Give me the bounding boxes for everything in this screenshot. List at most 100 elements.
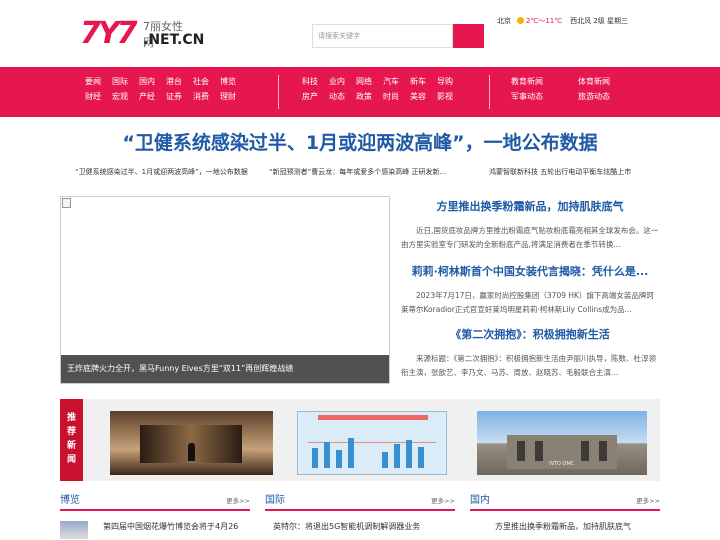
more-link[interactable]: 更多>>	[226, 495, 250, 505]
nav-item[interactable]: 导购	[437, 77, 453, 87]
nav-item[interactable]: 教育新闻	[511, 77, 543, 87]
nav-group-more: 教育新闻 体育新闻军事动态 旅游动态	[511, 77, 610, 102]
more-link[interactable]: 更多>>	[636, 495, 660, 505]
nav-item[interactable]: 理财	[220, 92, 236, 102]
recommend-image-infographic[interactable]	[297, 411, 447, 475]
section-item[interactable]: 第四届中国烟花爆竹博览会将于4月26	[60, 521, 250, 532]
nav-item[interactable]: 体育新闻	[578, 77, 610, 87]
image-slider[interactable]: 王炸底牌火力全开，黑马Funny Elves方里“双11”再创辉煌战绩	[60, 196, 390, 384]
nav-item[interactable]: 动态	[329, 92, 345, 102]
article-3: 《第二次拥抱》：积极拥抱新生活 来源标题：《第二次拥抱》：积极拥抱新生活由尹丽川…	[401, 326, 659, 380]
recommend-label-char: 推	[66, 413, 76, 423]
wto-sign: WTO OMC	[549, 461, 575, 467]
recommend-label-char: 新	[66, 441, 76, 451]
recommend-image-wto[interactable]: WTO OMC	[477, 411, 647, 475]
page: 7Y7 7丽女性网 .NET.CN 请搜索关键字 北京 2℃～11℃ 西北风 2级 …	[0, 0, 720, 540]
nav-item[interactable]: 国内	[139, 77, 155, 87]
nav-item[interactable]: 军事动态	[511, 92, 543, 102]
nav-item[interactable]: 要闻	[85, 77, 101, 87]
nav-item[interactable]: 网络	[356, 77, 372, 87]
section-intl: 国际 更多>> 英特尔：将退出5G智能机调制解调器业务	[265, 491, 455, 532]
recommend-image-art[interactable]	[110, 411, 273, 475]
infographic-bar	[312, 448, 318, 468]
infographic-bar	[324, 442, 330, 468]
nav-item[interactable]: 社会	[193, 77, 209, 87]
sub-link-1[interactable]: “卫健系统感染过半、1月或迎两波高峰”，一地公布数据	[75, 167, 248, 177]
main-nav: 要闻 国际 国内 港台 社会 博览财经 宏观 产经 证券 消费 理财 科技 业内 网络 汽车 新车 导购房产 动…	[0, 67, 720, 117]
person-silhouette	[188, 443, 195, 461]
section-thumbnail[interactable]	[60, 521, 88, 539]
section-item[interactable]: 英特尔：将退出5G智能机调制解调器业务	[265, 521, 455, 532]
nav-item[interactable]: 旅游动态	[578, 92, 610, 102]
section-head: 国内 更多>>	[470, 491, 660, 511]
search-button[interactable]	[453, 24, 484, 48]
window-shape	[599, 441, 607, 461]
infographic-bar	[382, 452, 388, 468]
nav-item[interactable]: 汽车	[383, 77, 399, 87]
weather-city: 北京	[497, 17, 511, 25]
nav-item[interactable]: 时尚	[383, 92, 399, 102]
recommend-label-char: 荐	[66, 427, 76, 437]
nav-item[interactable]: 政策	[356, 92, 372, 102]
section-head: 博览 更多>>	[60, 491, 250, 511]
logo-domain: .NET.CN	[143, 32, 205, 48]
nav-divider	[489, 75, 490, 109]
search-box: 请搜索关键字	[312, 24, 484, 48]
search-input[interactable]: 请搜索关键字	[312, 24, 453, 48]
weather-temp: 2℃～11℃	[526, 17, 563, 25]
sun-icon	[517, 17, 524, 24]
recommend-label: 推荐新闻	[60, 399, 83, 481]
section-title[interactable]: 国际	[265, 491, 285, 506]
nav-item[interactable]: 科技	[302, 77, 318, 87]
weather-wind: 西北风 2级	[570, 17, 605, 25]
slider-caption[interactable]: 王炸底牌火力全开，黑马Funny Elves方里“双11”再创辉煌战绩	[61, 355, 389, 383]
nav-item[interactable]: 港台	[166, 77, 182, 87]
recommend-label-char: 闻	[66, 455, 76, 465]
nav-item[interactable]: 宏观	[112, 92, 128, 102]
infographic-bar	[348, 438, 354, 468]
section-expo: 博览 更多>> 第四届中国烟花爆竹博览会将于4月26	[60, 491, 250, 539]
section-title[interactable]: 博览	[60, 491, 80, 506]
more-link[interactable]: 更多>>	[431, 495, 455, 505]
nav-item[interactable]: 证券	[166, 92, 182, 102]
sub-link-3[interactable]: 鸿蒙智联新科技 五轮出行电动平衡车炫酷上市	[489, 167, 631, 177]
site-logo[interactable]: 7Y7 7丽女性网 .NET.CN	[80, 14, 204, 51]
infographic-title-bar	[318, 415, 428, 420]
infographic-bar	[336, 450, 342, 468]
article-desc: 来源标题：《第二次拥抱》：积极拥抱新生活由尹丽川执导，陈数、杜淳领衔主演，张歆艺…	[401, 354, 656, 377]
nav-item[interactable]: 博览	[220, 77, 236, 87]
nav-divider	[278, 75, 279, 109]
article-desc: 2023年7月17日，赢家时尚控股集团（3709 HK）旗下高端女装品牌珂莱蒂尔…	[401, 291, 654, 314]
nav-item[interactable]: 国际	[112, 77, 128, 87]
window-shape	[581, 441, 589, 461]
nav-item[interactable]: 房产	[302, 92, 318, 102]
section-domestic: 国内 更多>> 方里推出换季粉霜新品，加持肌肤底气	[470, 491, 660, 532]
logo-mark: 7Y7	[80, 16, 138, 51]
infographic-bar	[418, 447, 424, 468]
nav-item[interactable]: 影视	[437, 92, 453, 102]
headline[interactable]: “卫健系统感染过半、1月或迎两波高峰”，一地公布数据	[0, 128, 720, 155]
article-title[interactable]: 《第二次拥抱》：积极拥抱新生活	[401, 326, 659, 342]
infographic-bar	[394, 444, 400, 468]
nav-item[interactable]: 业内	[329, 77, 345, 87]
nav-item[interactable]: 消费	[193, 92, 209, 102]
broken-image-icon	[62, 198, 71, 208]
sub-link-2[interactable]: “新冠预测者”曹云龙：每年或爱多个感染高峰 正研发新...	[269, 167, 446, 177]
section-title[interactable]: 国内	[470, 491, 490, 506]
article-desc: 近日,国货底妆品牌方里推出粉霜底气贴妆粉底霜亮相其全球发布会。这一由方里实验室专…	[401, 226, 659, 249]
infographic-bar	[406, 440, 412, 468]
article-title[interactable]: 莉莉·柯林斯首个中国女装代言揭晓：凭什么是...	[401, 263, 659, 279]
nav-item[interactable]: 财经	[85, 92, 101, 102]
nav-group-tech: 科技 业内 网络 汽车 新车 导购房产 动态 政策 时尚 美容 影视	[302, 77, 453, 102]
nav-item[interactable]: 美容	[410, 92, 426, 102]
window-shape	[535, 441, 543, 461]
weather-weekday: 星期三	[607, 17, 629, 25]
window-shape	[517, 441, 525, 461]
section-item[interactable]: 方里推出换季粉霜新品，加持肌肤底气	[470, 521, 660, 532]
nav-item[interactable]: 新车	[410, 77, 426, 87]
recommend-strip: 推荐新闻 WTO OMC	[60, 399, 660, 481]
nav-item[interactable]: 产经	[139, 92, 155, 102]
weather-widget: 北京 2℃～11℃ 西北风 2级 星期三	[497, 16, 628, 26]
nav-group-news: 要闻 国际 国内 港台 社会 博览财经 宏观 产经 证券 消费 理财	[85, 77, 236, 102]
article-title[interactable]: 方里推出换季粉霜新品，加持肌肤底气	[401, 198, 659, 214]
